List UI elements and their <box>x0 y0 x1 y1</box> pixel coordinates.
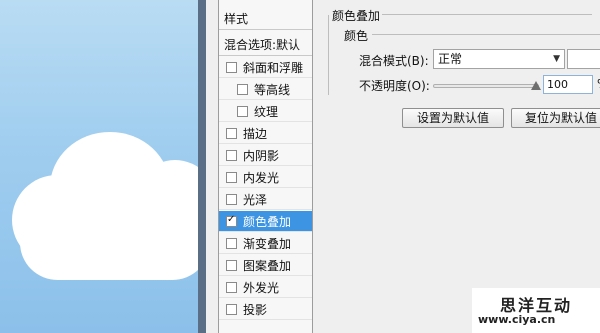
blend-options-item[interactable]: 混合选项:默认 <box>219 34 312 56</box>
cloud-shape-base <box>20 205 200 280</box>
checkbox-icon[interactable] <box>226 259 237 271</box>
set-default-button[interactable]: 设置为默认值 <box>402 108 504 128</box>
opacity-input[interactable]: 100 <box>543 75 593 94</box>
style-item-label: 内发光 <box>243 170 280 185</box>
checkbox-icon[interactable] <box>226 303 237 315</box>
checkbox-icon[interactable] <box>237 83 248 95</box>
style-item[interactable]: 图案叠加 <box>219 255 312 276</box>
style-item[interactable]: 描边 <box>219 123 312 144</box>
color-overlay-section: 颜色叠加 颜色 混合模式(B): 正常 ▼ 不透明度(O): 100 % 设置为… <box>322 0 600 333</box>
style-item[interactable]: 等高线 <box>219 79 312 100</box>
watermark: 思洋互动 www.ciya.cn <box>472 288 600 333</box>
style-item[interactable]: 纹理 <box>219 101 312 122</box>
blend-mode-select[interactable]: 正常 ▼ <box>433 49 565 69</box>
reset-default-button[interactable]: 复位为默认值 <box>511 108 600 128</box>
checkbox-icon[interactable] <box>226 237 237 249</box>
style-item-label: 渐变叠加 <box>243 236 292 251</box>
canvas-area <box>0 0 200 333</box>
style-item[interactable]: 渐变叠加 <box>219 233 312 254</box>
blend-mode-label: 混合模式(B): <box>359 54 429 68</box>
opacity-slider[interactable] <box>433 84 539 88</box>
styles-list: 样式 混合选项:默认 斜面和浮雕等高线纹理描边内阴影内发光光泽颜色叠加渐变叠加图… <box>218 0 313 333</box>
subgroup-title: 颜色 <box>344 29 369 43</box>
style-item[interactable]: 内阴影 <box>219 145 312 166</box>
style-item[interactable]: 外发光 <box>219 277 312 298</box>
chevron-down-icon: ▼ <box>553 54 560 64</box>
checkbox-icon[interactable] <box>237 105 248 117</box>
style-item-label: 颜色叠加 <box>243 214 292 229</box>
checkbox-icon[interactable] <box>226 281 237 293</box>
blend-mode-value: 正常 <box>438 52 463 66</box>
checkbox-checked-icon[interactable] <box>226 214 237 227</box>
checkbox-icon[interactable] <box>226 149 237 161</box>
canvas-edge <box>198 0 206 333</box>
style-item-label: 等高线 <box>254 82 291 97</box>
style-item-label: 外发光 <box>243 280 280 295</box>
style-item-label: 纹理 <box>254 104 279 119</box>
style-item-label: 投影 <box>243 302 268 317</box>
watermark-url: www.ciya.cn <box>478 313 556 326</box>
color-swatch[interactable] <box>567 49 600 69</box>
layer-style-dialog: 样式 混合选项:默认 斜面和浮雕等高线纹理描边内阴影内发光光泽颜色叠加渐变叠加图… <box>206 0 600 333</box>
checkbox-icon[interactable] <box>226 193 237 205</box>
style-item[interactable]: 光泽 <box>219 189 312 210</box>
opacity-label: 不透明度(O): <box>359 79 430 93</box>
checkbox-icon[interactable] <box>226 61 237 73</box>
style-item-label: 图案叠加 <box>243 258 292 273</box>
style-item-label: 描边 <box>243 126 268 141</box>
style-item-label: 光泽 <box>243 192 268 207</box>
style-item[interactable]: 斜面和浮雕 <box>219 57 312 78</box>
style-item[interactable]: 投影 <box>219 299 312 320</box>
checkbox-icon[interactable] <box>226 127 237 139</box>
style-item[interactable]: 颜色叠加 <box>219 211 312 232</box>
styles-header[interactable]: 样式 <box>219 8 312 30</box>
slider-thumb-icon[interactable] <box>531 81 541 90</box>
style-item-label: 斜面和浮雕 <box>243 60 304 75</box>
style-item-label: 内阴影 <box>243 148 280 163</box>
checkbox-icon[interactable] <box>226 171 237 183</box>
style-item[interactable]: 内发光 <box>219 167 312 188</box>
subgroup-divider <box>372 34 600 35</box>
